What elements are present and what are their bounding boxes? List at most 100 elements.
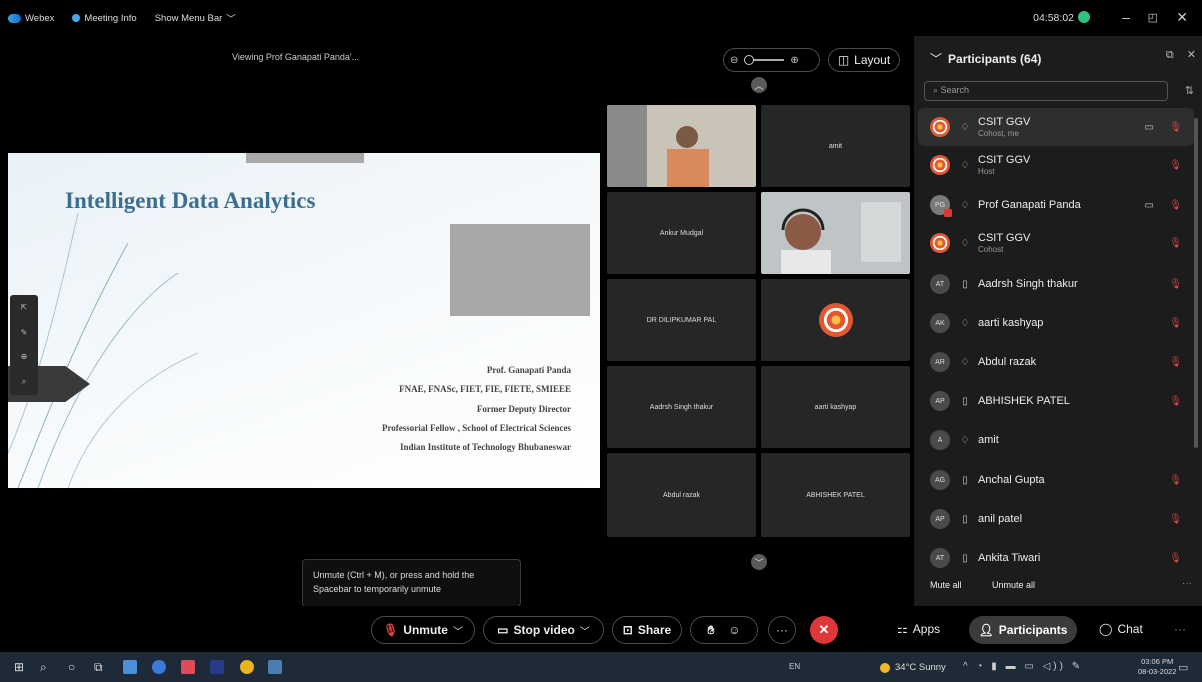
participant-row[interactable]: AK ♢ aarti kashyap 🎙︎ — [918, 304, 1194, 342]
mute-all-button[interactable]: Mute all — [930, 580, 962, 590]
participant-row[interactable]: AG ▯ Anchal Gupta 🎙︎ — [918, 461, 1194, 499]
minimize-icon[interactable]: – — [1122, 9, 1130, 25]
system-clock[interactable]: 03:06 PM 08-03-2022 — [1138, 657, 1176, 677]
video-tile-amit[interactable]: amit — [761, 105, 910, 187]
raise-hand-icon[interactable]: ✋︎ — [707, 623, 714, 638]
video-tile-presenter[interactable] — [761, 192, 910, 274]
chevron-down-icon[interactable]: ﹀ — [580, 623, 590, 638]
muted-mic-icon[interactable]: 🎙︎ — [1169, 279, 1182, 290]
muted-mic-icon[interactable]: 🎙︎ — [1169, 357, 1182, 368]
participants-button[interactable]: 👤︎ Participants — [969, 616, 1077, 644]
zoom-icon[interactable]: ⊕ — [21, 352, 28, 361]
participant-row[interactable]: ♢ CSIT GGV Host 🎙︎ — [918, 146, 1194, 184]
participant-row[interactable]: AP ▯ anil patel 🎙︎ — [918, 500, 1194, 538]
video-tile-aarti[interactable]: aarti kashyap — [761, 366, 910, 448]
chrome-app-icon[interactable] — [240, 660, 254, 674]
muted-mic-icon[interactable]: 🎙︎ — [1169, 514, 1182, 525]
participant-name-block: amit — [978, 434, 999, 446]
muted-mic-icon[interactable]: 🎙︎ — [1169, 200, 1182, 211]
participant-name: Anchal Gupta — [978, 474, 1045, 486]
muted-mic-icon[interactable]: 🎙︎ — [1169, 238, 1182, 249]
panel-title[interactable]: ﹀ Participants (64) — [930, 50, 1041, 67]
phone-icon: ▯ — [962, 513, 968, 525]
windows-start-icon[interactable]: ⊞ — [14, 660, 24, 674]
show-menu-bar-toggle[interactable]: Show Menu Bar ﹀ — [154, 11, 236, 26]
participant-name: CSIT GGV — [978, 232, 1031, 244]
meeting-info-menu[interactable]: Meeting Info — [72, 13, 137, 24]
headset-icon: ♢ — [960, 159, 970, 171]
search-icon[interactable]: ⌕ — [40, 660, 47, 675]
unmute-all-button[interactable]: Unmute all — [992, 580, 1035, 590]
close-icon[interactable]: ✕ — [1176, 9, 1188, 26]
participant-search-input[interactable]: ⌕ Search — [924, 81, 1168, 101]
unmute-button[interactable]: 🎙︎ Unmute ﹀ — [371, 616, 475, 644]
apps-button-label: Apps — [912, 622, 941, 636]
overflow-icon[interactable]: ··· — [1174, 622, 1186, 636]
stop-video-button[interactable]: ▭ Stop video ﹀ — [483, 616, 604, 644]
share-button[interactable]: ⊡ Share — [612, 616, 682, 644]
muted-mic-icon[interactable]: 🎙︎ — [1169, 553, 1182, 564]
media-app-icon[interactable] — [181, 660, 195, 674]
photoshop-app-icon[interactable] — [210, 660, 224, 674]
zoom-slider[interactable] — [744, 55, 785, 65]
task-view-icon[interactable]: ⧉ — [94, 660, 103, 675]
show-menu-bar-label: Show Menu Bar — [154, 12, 223, 24]
search-icon[interactable]: ⌕ — [22, 377, 26, 387]
zoom-app-icon[interactable] — [123, 660, 137, 674]
chat-button[interactable]: ◯ Chat — [1099, 622, 1143, 636]
video-tile-dilip[interactable]: DR DILIPKUMAR PAL — [607, 279, 756, 361]
webex-app-icon[interactable] — [268, 660, 282, 674]
zoom-in-icon[interactable]: ⊕ — [790, 55, 798, 66]
video-tile-aadrsh[interactable]: Aadrsh Singh thakur — [607, 366, 756, 448]
video-tile-abhishek[interactable]: ABHISHEK PATEL — [761, 453, 910, 537]
participant-row[interactable]: AT ▯ Ankita Tiwari 🎙︎ — [918, 539, 1194, 577]
layout-button[interactable]: ◫ Layout — [828, 48, 900, 72]
muted-mic-icon[interactable]: 🎙︎ — [1169, 160, 1182, 171]
weather-widget[interactable]: 34°C Sunny — [895, 662, 946, 673]
participant-row[interactable]: ♢ CSIT GGV Cohost, me ▭ 🎙︎ — [918, 108, 1194, 146]
video-tile-csit[interactable] — [761, 279, 910, 361]
video-tile-ankur[interactable]: Ankur Mudgal — [607, 192, 756, 274]
muted-mic-icon[interactable]: 🎙︎ — [1169, 396, 1182, 407]
pointer-icon[interactable]: ⇱ — [21, 303, 28, 312]
participant-name: amit — [978, 434, 999, 446]
apps-button[interactable]: ⚏ Apps — [897, 622, 940, 636]
muted-mic-icon[interactable]: 🎙︎ — [1169, 318, 1182, 329]
panel-scrollbar[interactable] — [1194, 118, 1198, 448]
popout-icon[interactable]: ⧉ — [1166, 49, 1174, 61]
language-indicator[interactable]: EN — [789, 662, 800, 671]
participant-row[interactable]: AR ♢ Abdul razak 🎙︎ — [918, 343, 1194, 381]
participant-row[interactable]: AT ▯ Aadrsh Singh thakur 🎙︎ — [918, 265, 1194, 303]
notification-icon[interactable]: ▭ — [1178, 661, 1188, 674]
system-tray-icons[interactable]: ^ ◔ ▮ ▬ ▭ ◁)) ✎ — [963, 661, 1083, 672]
grid-scroll-up-button[interactable]: ︿ — [751, 77, 767, 93]
pen-icon[interactable]: ✎ — [21, 328, 28, 337]
reactions-icon[interactable]: ☺ — [728, 623, 740, 637]
webex-menu[interactable]: Webex — [8, 13, 54, 24]
participants-button-label: Participants — [998, 623, 1068, 637]
muted-mic-icon[interactable]: 🎙︎ — [1169, 122, 1182, 133]
sort-icon[interactable]: ⇅ — [1185, 84, 1194, 97]
cortana-icon[interactable]: ○ — [68, 660, 75, 674]
zoom-control[interactable]: ⊖ ⊕ — [723, 48, 820, 72]
slide-header-bar — [246, 153, 364, 163]
video-tile-self[interactable] — [607, 105, 756, 187]
participant-row[interactable]: A ♢ amit — [918, 421, 1194, 459]
close-panel-icon[interactable]: ✕ — [1187, 49, 1196, 61]
grid-scroll-down-button[interactable]: ﹀ — [751, 554, 767, 570]
zoom-out-icon[interactable]: ⊖ — [730, 55, 738, 66]
maps-app-icon[interactable] — [152, 660, 166, 674]
annotation-toolbar[interactable]: ⇱ ✎ ⊕ ⌕ — [10, 295, 38, 395]
participant-row[interactable]: ♢ CSIT GGV Cohost 🎙︎ — [918, 224, 1194, 262]
video-tile-abdul[interactable]: Abdul razak — [607, 453, 756, 537]
muted-mic-icon[interactable]: 🎙︎ — [1169, 475, 1182, 486]
end-call-button[interactable]: ✕ — [810, 616, 838, 644]
zoom-slider-knob[interactable] — [744, 55, 755, 65]
tile-name: Ankur Mudgal — [659, 229, 704, 237]
participant-row[interactable]: AP ▯ ABHISHEK PATEL 🎙︎ — [918, 382, 1194, 420]
participant-row[interactable]: PG ♢ Prof Ganapati Panda ▭ 🎙︎ — [918, 186, 1194, 224]
more-options-icon[interactable]: ··· — [1182, 578, 1192, 589]
chevron-down-icon[interactable]: ﹀ — [453, 623, 463, 638]
restore-icon[interactable]: ◰ — [1148, 11, 1158, 24]
more-options-button[interactable]: ··· — [768, 616, 796, 644]
